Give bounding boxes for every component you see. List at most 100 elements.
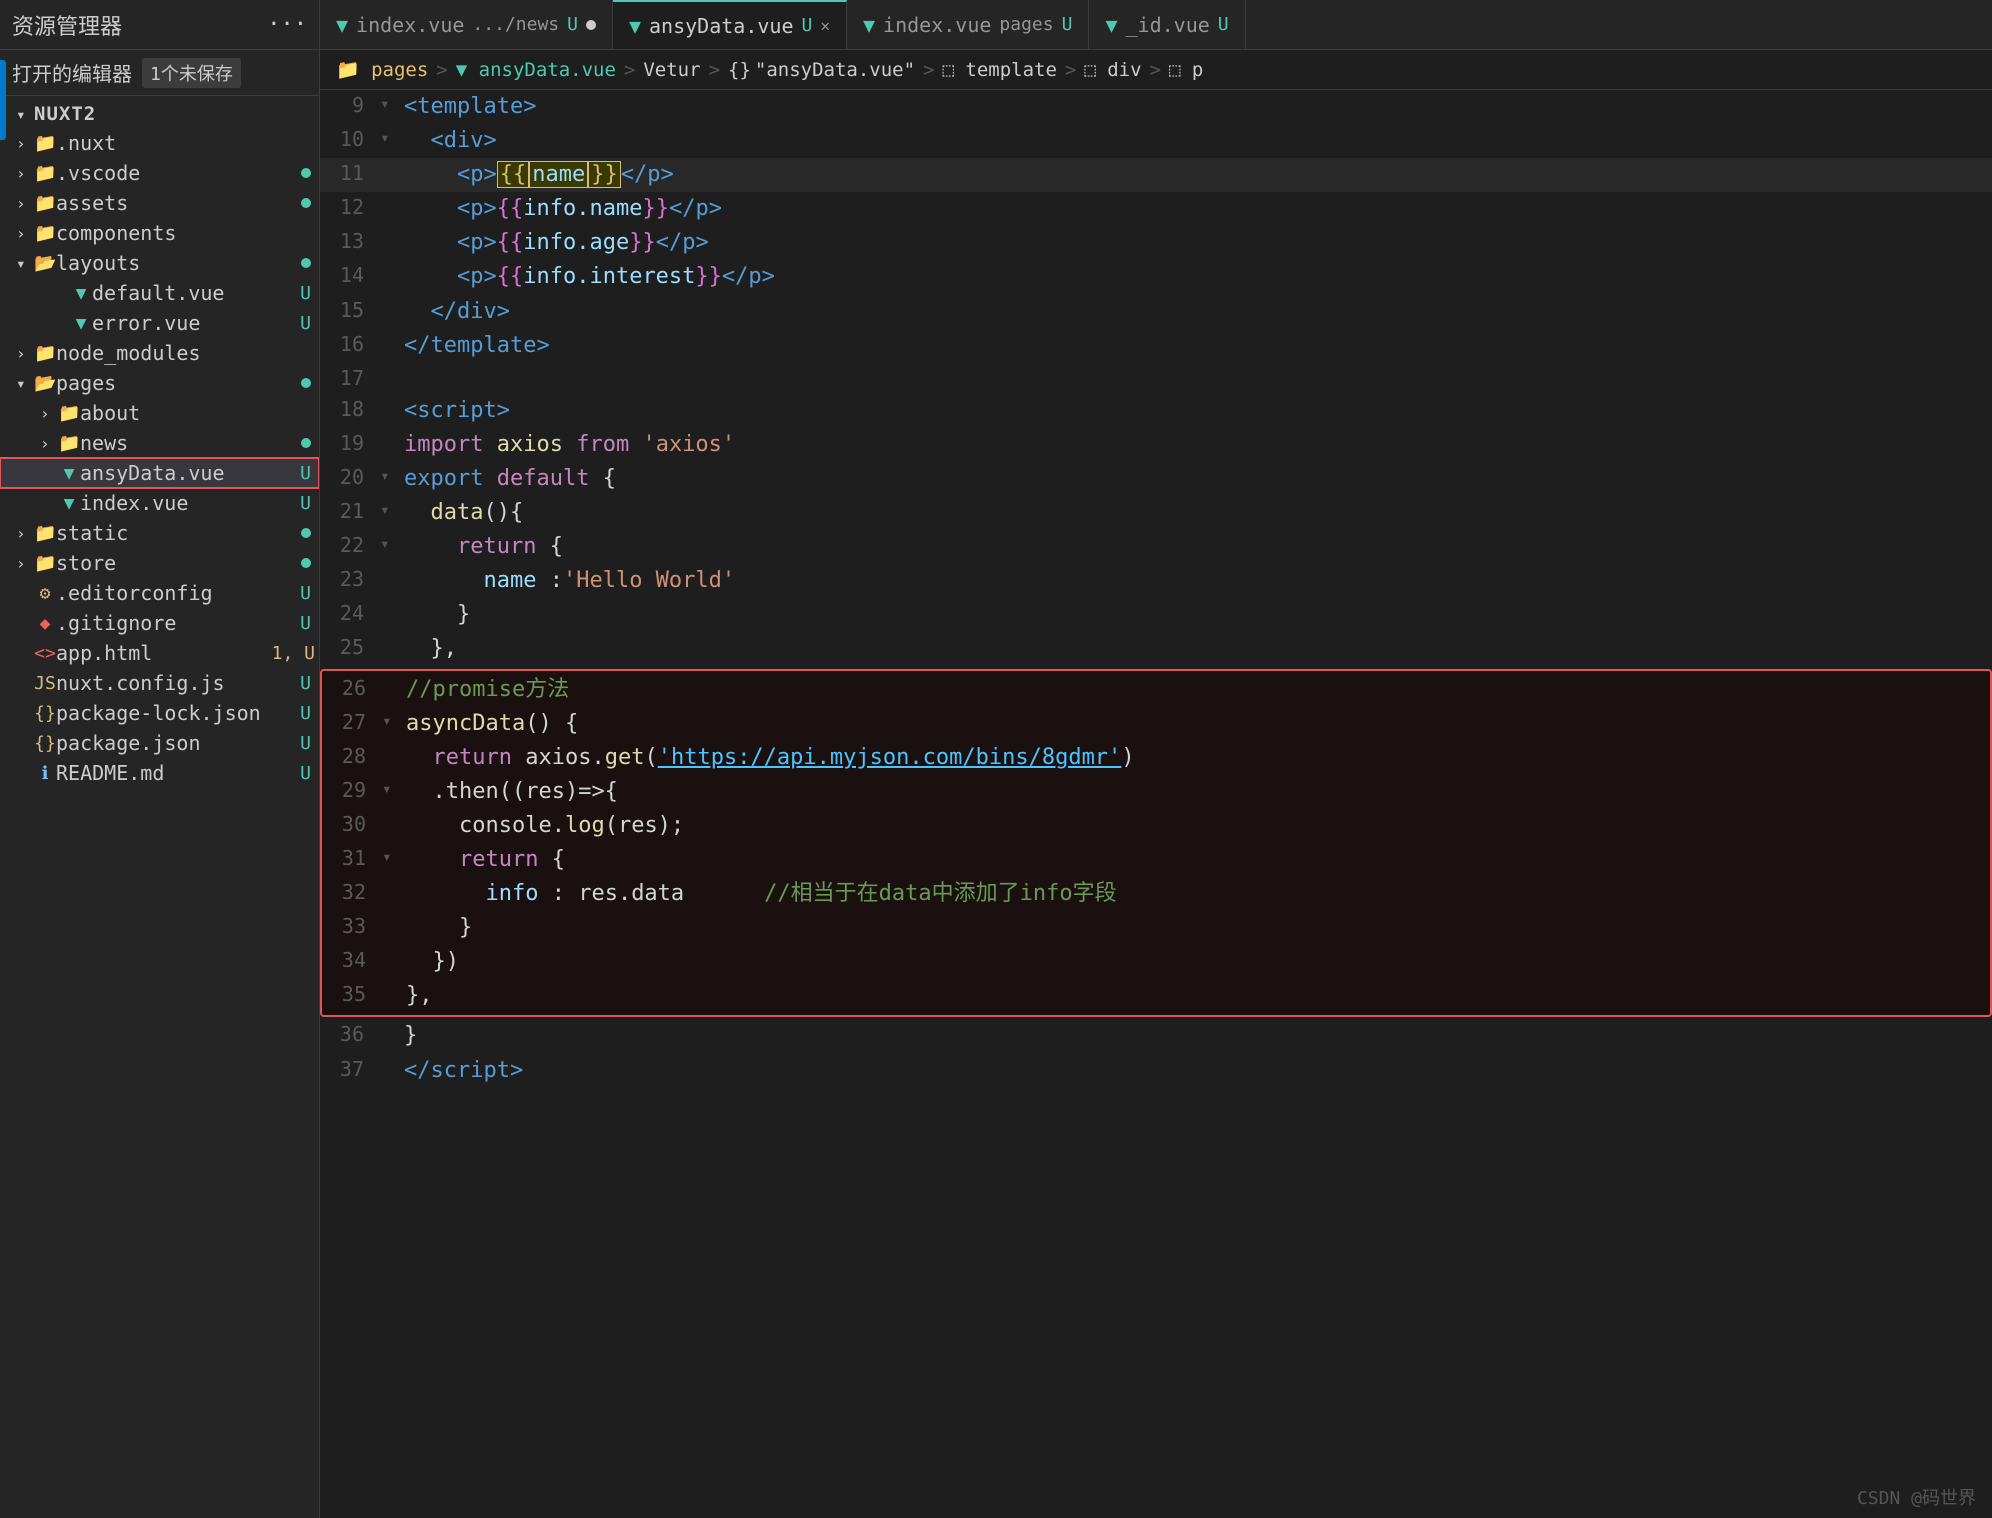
code-line-12: 12 <p>{{info.name}}</p> bbox=[320, 192, 1992, 226]
tab-index-news-label: index.vue bbox=[356, 13, 464, 37]
sidebar-more-button[interactable]: ··· bbox=[267, 12, 307, 37]
tab-close-button[interactable]: ✕ bbox=[820, 16, 830, 35]
line-num-18: 18 bbox=[320, 394, 380, 425]
line-num-24: 24 bbox=[320, 598, 380, 629]
sidebar-item-pages[interactable]: ▾ 📂 pages bbox=[0, 368, 319, 398]
line-num-29: 29 bbox=[322, 775, 382, 806]
code-editor[interactable]: 9 ▾ <template> 10 ▾ <div> 11 <p>{{name}}… bbox=[320, 90, 1992, 1518]
folder-icon: 📁 bbox=[58, 403, 80, 424]
code-line-11: 11 <p>{{name}}</p> bbox=[320, 158, 1992, 192]
line-content-21: data(){ bbox=[404, 496, 1992, 530]
code-line-31: 31 ▾ return { bbox=[322, 843, 1990, 877]
package-json-label: package.json bbox=[56, 731, 300, 755]
sidebar-item-nuxt[interactable]: › 📁 .nuxt bbox=[0, 128, 319, 158]
tab-index-pages[interactable]: ▼ index.vue pages U bbox=[847, 0, 1089, 49]
breadcrumb-braces: {} bbox=[728, 59, 751, 81]
line-arrow-33 bbox=[382, 911, 406, 913]
line-num-30: 30 bbox=[322, 809, 382, 840]
code-line-17: 17 bbox=[320, 363, 1992, 394]
html-file-icon: <> bbox=[34, 643, 56, 664]
sidebar-item-about[interactable]: › 📁 about bbox=[0, 398, 319, 428]
default-vue-label: default.vue bbox=[92, 281, 300, 305]
line-content-15: </div> bbox=[404, 295, 1992, 329]
line-arrow-11 bbox=[380, 158, 404, 160]
sidebar-item-pages-index-vue[interactable]: ▼ index.vue U bbox=[0, 488, 319, 518]
sidebar-item-vscode[interactable]: › 📁 .vscode bbox=[0, 158, 319, 188]
modified-dot bbox=[301, 558, 311, 568]
folder-icon: 📁 bbox=[34, 343, 56, 364]
code-line-34: 34 }) bbox=[322, 945, 1990, 979]
line-content-27: asyncData() { bbox=[406, 707, 1990, 741]
sidebar-item-components[interactable]: › 📁 components bbox=[0, 218, 319, 248]
line-arrow-32 bbox=[382, 877, 406, 879]
about-arrow: › bbox=[40, 404, 58, 423]
code-line-20: 20 ▾ export default { bbox=[320, 462, 1992, 496]
assets-arrow: › bbox=[16, 194, 34, 213]
line-num-32: 32 bbox=[322, 877, 382, 908]
line-arrow-15 bbox=[380, 295, 404, 297]
main-panel: ▼ index.vue .../news U ▼ ansyData.vue U … bbox=[320, 0, 1992, 1518]
news-arrow: › bbox=[40, 434, 58, 453]
sidebar-item-gitignore[interactable]: ◆ .gitignore U bbox=[0, 608, 319, 638]
tab-bar: ▼ index.vue .../news U ▼ ansyData.vue U … bbox=[320, 0, 1992, 50]
nuxt-label: .nuxt bbox=[56, 131, 319, 155]
sidebar-item-node-modules[interactable]: › 📁 node_modules bbox=[0, 338, 319, 368]
sidebar-item-news[interactable]: › 📁 news bbox=[0, 428, 319, 458]
line-num-17: 17 bbox=[320, 363, 380, 394]
layouts-label: layouts bbox=[56, 251, 301, 275]
line-arrow-36 bbox=[380, 1019, 404, 1021]
line-arrow-26 bbox=[382, 673, 406, 675]
line-arrow-18 bbox=[380, 394, 404, 396]
sidebar-item-app-html[interactable]: <> app.html 1, U bbox=[0, 638, 319, 668]
tab-vue-icon: ▼ bbox=[1105, 13, 1117, 37]
sidebar-item-ansydata-vue[interactable]: ▼ ansyData.vue U bbox=[0, 458, 319, 488]
highlight-box: 26 //promise方法 27 ▾ asyncData() { 28 ret… bbox=[320, 669, 1992, 1018]
code-line-24: 24 } bbox=[320, 598, 1992, 632]
sidebar-item-error-vue[interactable]: ▼ error.vue U bbox=[0, 308, 319, 338]
json-file-icon: {} bbox=[34, 703, 56, 724]
line-content-11: <p>{{name}}</p> bbox=[404, 158, 1992, 192]
tab-index-news[interactable]: ▼ index.vue .../news U bbox=[320, 0, 613, 49]
sidebar-item-readme[interactable]: ℹ README.md U bbox=[0, 758, 319, 788]
line-num-15: 15 bbox=[320, 295, 380, 326]
line-num-34: 34 bbox=[322, 945, 382, 976]
folder-icon: 📁 bbox=[34, 523, 56, 544]
sidebar-item-store[interactable]: › 📁 store bbox=[0, 548, 319, 578]
line-content-22: return { bbox=[404, 530, 1992, 564]
line-arrow-13 bbox=[380, 226, 404, 228]
package-json-badge: U bbox=[300, 733, 311, 754]
folder-icon: 📁 bbox=[34, 193, 56, 214]
json-file-icon: {} bbox=[34, 733, 56, 754]
line-num-10: 10 bbox=[320, 124, 380, 155]
line-content-32: info : res.data//相当于在data中添加了info字段 bbox=[406, 877, 1990, 911]
tab-ansydata[interactable]: ▼ ansyData.vue U ✕ bbox=[613, 0, 847, 49]
code-line-18: 18 <script> bbox=[320, 394, 1992, 428]
index-vue-label: index.vue bbox=[80, 491, 300, 515]
sidebar-item-default-vue[interactable]: ▼ default.vue U bbox=[0, 278, 319, 308]
breadcrumb-p: ⬚ p bbox=[1169, 59, 1203, 81]
vscode-arrow: › bbox=[16, 164, 34, 183]
line-content-25: }, bbox=[404, 632, 1992, 666]
line-num-16: 16 bbox=[320, 329, 380, 360]
code-line-14: 14 <p>{{info.interest}}</p> bbox=[320, 260, 1992, 294]
sidebar-item-package-json[interactable]: {} package.json U bbox=[0, 728, 319, 758]
tab-vue-icon: ▼ bbox=[336, 13, 348, 37]
breadcrumb-pages: 📁 pages bbox=[336, 58, 428, 81]
sidebar-item-static[interactable]: › 📁 static bbox=[0, 518, 319, 548]
sidebar-item-editorconfig[interactable]: ⚙ .editorconfig U bbox=[0, 578, 319, 608]
line-content-12: <p>{{info.name}}</p> bbox=[404, 192, 1992, 226]
sidebar-item-nuxt-config[interactable]: JS nuxt.config.js U bbox=[0, 668, 319, 698]
tab-id-vue[interactable]: ▼ _id.vue U bbox=[1089, 0, 1245, 49]
folder-icon: 📁 bbox=[34, 163, 56, 184]
watermark: CSDN @码世界 bbox=[1857, 1484, 1976, 1510]
sidebar-item-layouts[interactable]: ▾ 📂 layouts bbox=[0, 248, 319, 278]
line-content-23: name :'Hello World' bbox=[404, 564, 1992, 598]
line-arrow-17 bbox=[380, 363, 404, 365]
root-arrow: ▾ bbox=[16, 105, 34, 124]
sidebar-item-package-lock[interactable]: {} package-lock.json U bbox=[0, 698, 319, 728]
line-content-35: }, bbox=[406, 979, 1990, 1013]
line-arrow-30 bbox=[382, 809, 406, 811]
code-line-35: 35 }, bbox=[322, 979, 1990, 1013]
sidebar-item-assets[interactable]: › 📁 assets bbox=[0, 188, 319, 218]
line-num-13: 13 bbox=[320, 226, 380, 257]
